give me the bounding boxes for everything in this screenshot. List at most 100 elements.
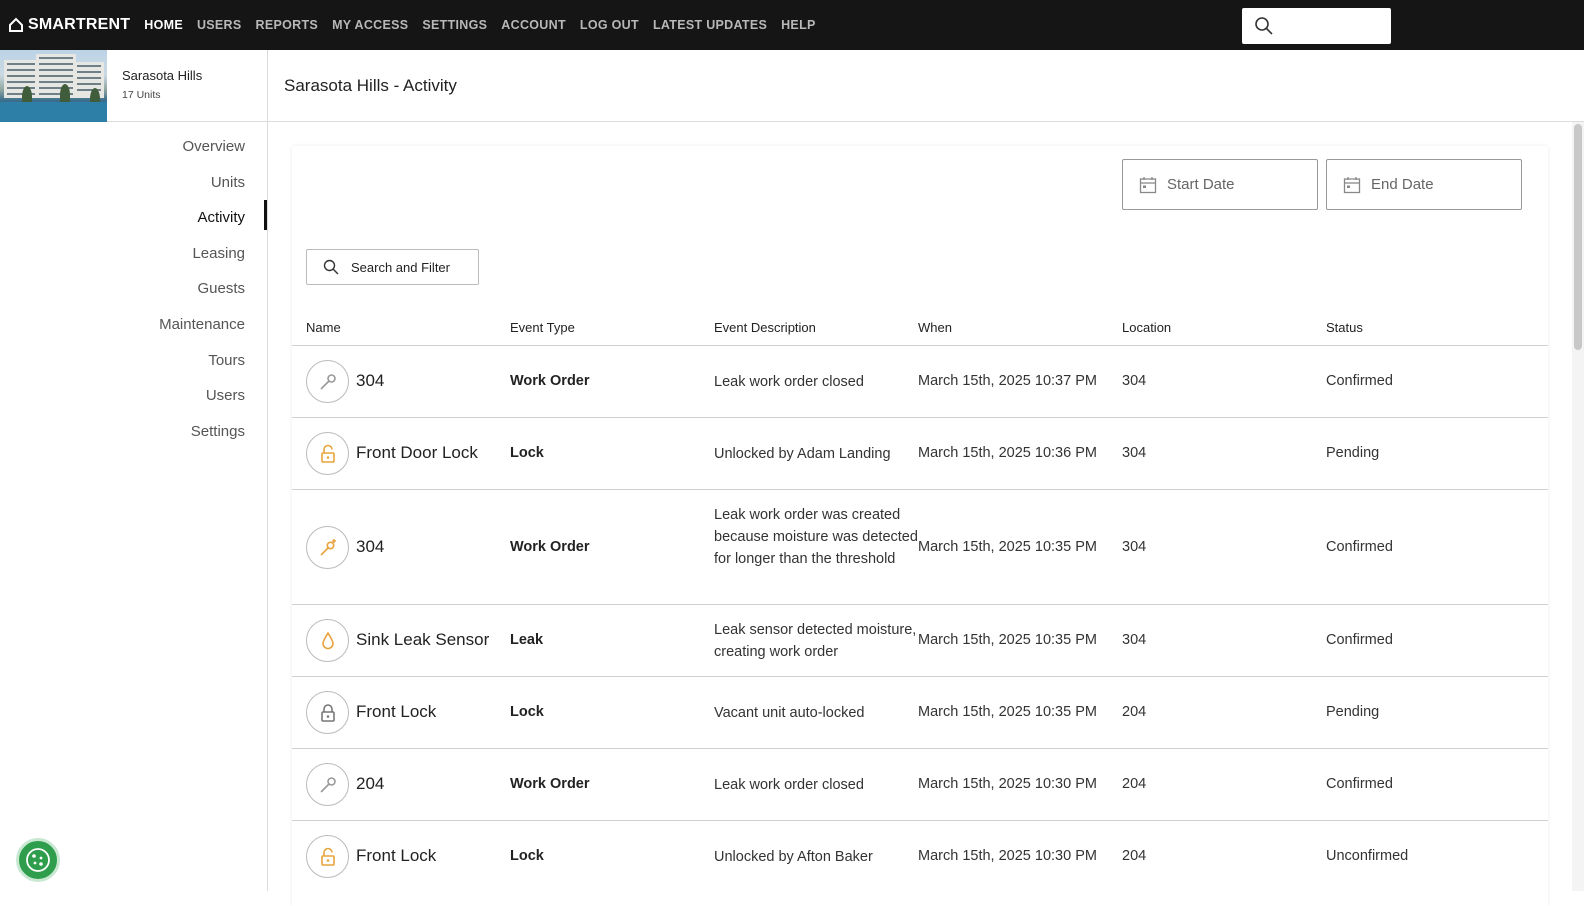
row-event-type: Lock [510,848,544,864]
row-location: 304 [1122,373,1147,389]
row-event-description: Unlocked by Adam Landing [714,446,891,462]
lock-closed-icon [306,691,349,734]
table-row[interactable]: 204 Work Order Leak work order closed Ma… [292,749,1548,821]
table-row[interactable]: 304 Work Order Leak work order was creat… [292,490,1548,605]
row-event-description: Leak sensor detected moisture, creating … [714,622,917,660]
wrench-icon [306,763,349,806]
search-icon [323,259,339,275]
row-event-description: Vacant unit auto-locked [714,705,865,721]
row-name: Front Door Lock [356,443,478,462]
smartrent-logo[interactable]: SMARTRENT [8,16,130,34]
table-header: Name Event Type Event Description When L… [292,306,1548,346]
row-when: March 15th, 2025 10:30 PM [918,848,1097,864]
column-header-when[interactable]: When [918,320,952,335]
page-header: Sarasota Hills - Activity [268,50,1584,122]
column-header-name[interactable]: Name [306,320,341,335]
nav-home[interactable]: HOME [144,18,183,32]
search-and-filter-button[interactable]: Search and Filter [306,249,479,285]
row-when: March 15th, 2025 10:35 PM [918,704,1097,720]
row-event-type: Lock [510,704,544,720]
row-event-type: Leak [510,632,544,648]
table-row[interactable]: Front Door Lock Lock Unlocked by Adam La… [292,418,1548,490]
row-location: 304 [1122,445,1147,461]
wrench-icon [306,360,349,403]
nav-latest-updates[interactable]: LATEST UPDATES [653,18,767,32]
row-event-description: Unlocked by Afton Baker [714,849,873,865]
row-name: Front Lock [356,846,437,865]
row-event-type: Work Order [510,539,590,555]
brand-name: SMARTRENT [28,16,131,33]
search-icon [1255,17,1273,35]
nav-help[interactable]: HELP [781,18,816,32]
row-event-description: Leak work order was created because mois… [714,507,918,567]
row-event-type: Lock [510,445,544,461]
row-status: Confirmed [1326,539,1393,555]
wrench-plus-icon [306,526,349,569]
row-when: March 15th, 2025 10:30 PM [918,776,1097,792]
row-name: Front Lock [356,702,437,721]
row-location: 204 [1122,704,1147,720]
column-header-status[interactable]: Status [1326,320,1363,335]
lock-open-icon [306,432,349,475]
sidebar-item-units[interactable]: Units [0,165,267,201]
row-when: March 15th, 2025 10:37 PM [918,373,1097,389]
search-and-filter-label: Search and Filter [351,259,450,275]
start-date-label: Start Date [1167,176,1235,193]
row-name: 304 [356,371,385,390]
global-search[interactable] [1242,8,1391,44]
nav-my-access[interactable]: MY ACCESS [332,18,408,32]
row-location: 204 [1122,776,1147,792]
row-status: Unconfirmed [1326,848,1409,864]
table-row[interactable]: 304 Work Order Leak work order closed Ma… [292,346,1548,418]
row-status: Pending [1326,445,1380,461]
row-location: 204 [1122,848,1147,864]
row-when: March 15th, 2025 10:35 PM [918,539,1097,555]
nav-settings[interactable]: SETTINGS [422,18,487,32]
row-event-description: Leak work order closed [714,374,864,390]
sidebar-item-guests[interactable]: Guests [0,271,267,307]
row-location: 304 [1122,632,1147,648]
start-date-input[interactable]: Start Date [1122,159,1318,210]
sidebar-item-users[interactable]: Users [0,378,267,414]
page-title: Sarasota Hills - Activity [284,76,457,95]
row-event-description: Leak work order closed [714,777,864,793]
row-status: Confirmed [1326,632,1393,648]
end-date-input[interactable]: End Date [1326,159,1522,210]
sidebar-item-maintenance[interactable]: Maintenance [0,307,267,343]
activity-card: Start Date End Date Search and Filter Na… [292,146,1548,906]
row-when: March 15th, 2025 10:35 PM [918,632,1097,648]
top-navigation-bar: SMARTRENT HOME USERS REPORTS MY ACCESS S… [0,0,1584,50]
row-status: Confirmed [1326,373,1393,389]
sidebar-item-activity[interactable]: Activity [0,200,267,236]
row-when: March 15th, 2025 10:36 PM [918,445,1097,461]
sidebar: Sarasota Hills 17 Units Overview Units A… [0,50,268,891]
cookie-settings-button[interactable] [16,838,60,882]
nav-reports[interactable]: REPORTS [256,18,319,32]
property-units: 17 Units [122,89,161,101]
row-status: Pending [1326,704,1380,720]
sidebar-item-settings[interactable]: Settings [0,414,267,450]
nav-users[interactable]: USERS [197,18,242,32]
table-row[interactable]: Front Lock Lock Unlocked by Afton Baker … [292,821,1548,893]
column-header-event-type[interactable]: Event Type [510,320,575,335]
property-name: Sarasota Hills [122,68,203,83]
property-card[interactable]: Sarasota Hills 17 Units [0,50,267,122]
row-name: 304 [356,537,385,556]
property-photo [0,50,107,122]
column-header-event-description[interactable]: Event Description [714,320,816,335]
row-name: Sink Leak Sensor [356,630,490,649]
row-event-type: Work Order [510,776,590,792]
nav-account[interactable]: ACCOUNT [501,18,566,32]
row-name: 204 [356,774,385,793]
table-row[interactable]: Sink Leak Sensor Leak Leak sensor detect… [292,605,1548,677]
global-search-input[interactable] [1280,18,1380,34]
sidebar-item-overview[interactable]: Overview [0,129,267,165]
sidebar-item-tours[interactable]: Tours [0,343,267,379]
table-row[interactable]: Front Lock Lock Vacant unit auto-locked … [292,677,1548,749]
nav-log-out[interactable]: LOG OUT [580,18,639,32]
column-header-location[interactable]: Location [1122,320,1171,335]
drop-icon [306,619,349,662]
scrollbar-thumb[interactable] [1574,124,1582,350]
sidebar-item-leasing[interactable]: Leasing [0,236,267,272]
calendar-icon [1343,176,1361,193]
